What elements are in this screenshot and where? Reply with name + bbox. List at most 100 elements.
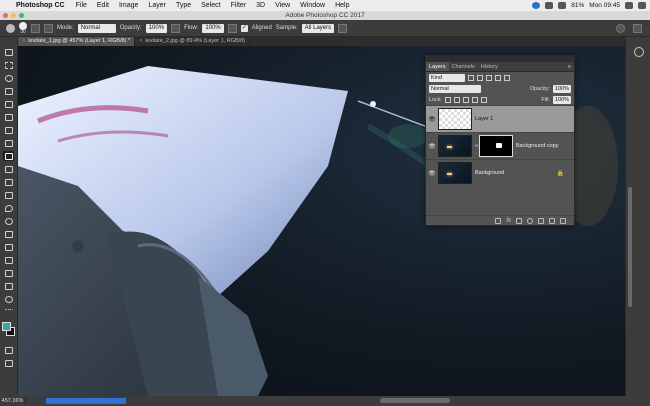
- foreground-color-swatch[interactable]: [2, 322, 11, 331]
- flow-field[interactable]: 100%: [202, 23, 224, 33]
- battery-icon[interactable]: [558, 2, 567, 9]
- pen-tool-icon[interactable]: [3, 229, 14, 239]
- quick-mask-icon[interactable]: [3, 345, 14, 355]
- history-brush-tool-icon[interactable]: [3, 164, 14, 174]
- app-name-menu[interactable]: Photoshop CC: [14, 2, 71, 9]
- menu-select[interactable]: Select: [196, 2, 225, 9]
- mode-select[interactable]: Normal: [77, 23, 116, 33]
- brush-preset-picker[interactable]: 30: [19, 21, 27, 35]
- ignore-adjustment-icon[interactable]: [338, 23, 348, 33]
- gradient-tool-icon[interactable]: [3, 190, 14, 200]
- lock-artboard-icon[interactable]: [472, 96, 479, 103]
- layer-row-background-copy[interactable]: 👁 ∞ Background copy: [426, 132, 574, 159]
- airbrush-icon[interactable]: [227, 23, 237, 33]
- search-icon[interactable]: [616, 23, 625, 33]
- visibility-eye-icon[interactable]: 👁: [426, 143, 438, 150]
- clone-source-icon[interactable]: [44, 23, 53, 33]
- fx-button[interactable]: fx: [506, 218, 511, 224]
- menu-icon[interactable]: [638, 2, 646, 9]
- blend-mode-select[interactable]: Normal: [429, 84, 481, 93]
- new-layer-icon[interactable]: [549, 217, 555, 224]
- healing-brush-tool-icon[interactable]: [3, 125, 14, 135]
- lock-image-icon[interactable]: [454, 96, 461, 103]
- lasso-tool-icon[interactable]: [3, 73, 14, 83]
- aligned-checkbox[interactable]: ✓: [240, 24, 248, 32]
- layer-name[interactable]: Background copy: [516, 143, 559, 149]
- close-tab-icon[interactable]: ×: [22, 38, 25, 44]
- lock-transparent-icon[interactable]: [445, 96, 452, 103]
- menu-bar: Photoshop CC File Edit Image Layer Type …: [0, 0, 650, 11]
- dodge-tool-icon[interactable]: [3, 216, 14, 226]
- horizontal-scrollbar[interactable]: [380, 398, 450, 403]
- type-filter-icon[interactable]: [486, 74, 492, 81]
- link-layers-icon[interactable]: [495, 217, 502, 224]
- edit-toolbar-icon[interactable]: [3, 307, 14, 317]
- clock[interactable]: Mon 09:45: [589, 2, 620, 9]
- shape-filter-icon[interactable]: [495, 74, 501, 81]
- clone-stamp-tool-icon[interactable]: [6, 23, 15, 33]
- menu-edit[interactable]: Edit: [92, 2, 114, 9]
- menu-image[interactable]: Image: [114, 2, 143, 9]
- blur-tool-icon[interactable]: [3, 203, 14, 213]
- layer-row-background[interactable]: 👁 Background 🔒: [426, 159, 574, 186]
- panel-toggle-icon[interactable]: [634, 47, 644, 57]
- tab-history[interactable]: History: [478, 62, 501, 71]
- menu-layer[interactable]: Layer: [143, 2, 171, 9]
- layer-mask-thumbnail[interactable]: [479, 135, 513, 157]
- adjustment-layer-icon[interactable]: [527, 217, 533, 224]
- wifi-icon[interactable]: [545, 2, 554, 9]
- menu-3d[interactable]: 3D: [251, 2, 270, 9]
- layer-opacity-field[interactable]: 100%: [552, 84, 571, 93]
- lock-all-icon[interactable]: [481, 96, 488, 103]
- menu-help[interactable]: Help: [330, 2, 354, 9]
- shape-tool-icon[interactable]: [3, 268, 14, 278]
- tab-channels[interactable]: Channels: [449, 62, 478, 71]
- crop-tool-icon[interactable]: [3, 99, 14, 109]
- menu-view[interactable]: View: [270, 2, 295, 9]
- new-group-icon[interactable]: [538, 217, 544, 224]
- brush-tool-icon[interactable]: [3, 138, 14, 148]
- sample-select[interactable]: All Layers: [301, 23, 335, 33]
- menu-file[interactable]: File: [71, 2, 92, 9]
- zoom-level[interactable]: 457.16%: [0, 398, 26, 404]
- marquee-tool-icon[interactable]: [3, 60, 14, 70]
- lock-position-icon[interactable]: [463, 96, 470, 103]
- tab-levitate-2[interactable]: × levitate_2.jpg @ 89.4% (Layer 1, RGB/8): [135, 37, 251, 46]
- pixel-filter-icon[interactable]: [468, 74, 474, 81]
- type-tool-icon[interactable]: [3, 242, 14, 252]
- quick-select-tool-icon[interactable]: [3, 86, 14, 96]
- brush-settings-icon[interactable]: [31, 23, 40, 33]
- dropbox-icon[interactable]: [532, 2, 541, 9]
- menu-window[interactable]: Window: [295, 2, 330, 9]
- visibility-eye-icon[interactable]: 👁: [426, 116, 438, 123]
- fill-field[interactable]: 100%: [552, 95, 571, 104]
- add-mask-icon[interactable]: [516, 217, 522, 224]
- close-tab-icon[interactable]: ×: [139, 38, 142, 44]
- panel-menu-icon[interactable]: ≡: [568, 62, 574, 71]
- opacity-field[interactable]: 100%: [145, 23, 168, 33]
- pressure-opacity-icon[interactable]: [171, 23, 181, 33]
- move-tool-icon[interactable]: [3, 47, 14, 57]
- vertical-scrollbar[interactable]: [628, 187, 632, 307]
- clone-stamp-tool-icon[interactable]: [3, 151, 14, 161]
- trash-icon[interactable]: [560, 217, 566, 224]
- menu-filter[interactable]: Filter: [226, 2, 252, 9]
- layer-row-layer-1[interactable]: 👁 Layer 1: [426, 105, 574, 132]
- screen-mode-icon[interactable]: [3, 358, 14, 368]
- tab-layers[interactable]: Layers: [426, 62, 449, 71]
- zoom-tool-icon[interactable]: [3, 294, 14, 304]
- visibility-eye-icon[interactable]: 👁: [426, 170, 438, 177]
- layer-name[interactable]: Background: [475, 170, 504, 176]
- hand-tool-icon[interactable]: [3, 281, 14, 291]
- eyedropper-tool-icon[interactable]: [3, 112, 14, 122]
- path-select-tool-icon[interactable]: [3, 255, 14, 265]
- adjustment-filter-icon[interactable]: [477, 74, 483, 81]
- layer-kind-filter[interactable]: Kind: [429, 73, 465, 82]
- layer-name[interactable]: Layer 1: [475, 116, 493, 122]
- tab-levitate-1[interactable]: × levitate_1.jpg @ 457% (Layer 1, RGB/8) …: [18, 37, 136, 46]
- search-icon[interactable]: [625, 2, 633, 9]
- smart-object-filter-icon[interactable]: [504, 74, 510, 81]
- workspace-icon[interactable]: [633, 23, 642, 33]
- eraser-tool-icon[interactable]: [3, 177, 14, 187]
- menu-type[interactable]: Type: [171, 2, 196, 9]
